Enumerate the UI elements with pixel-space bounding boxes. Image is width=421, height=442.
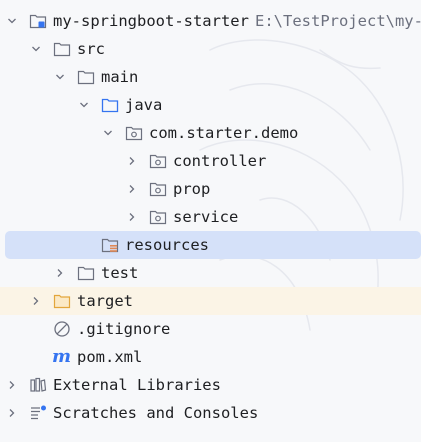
package-icon bbox=[149, 182, 167, 197]
chevron-right-icon[interactable] bbox=[7, 408, 17, 418]
chevron-right-icon[interactable] bbox=[7, 380, 17, 390]
tree-label-project-root: my-springboot-starter bbox=[53, 12, 249, 30]
chevron-right-icon[interactable] bbox=[127, 212, 137, 222]
source-folder-icon bbox=[101, 98, 119, 113]
excluded-folder-icon bbox=[53, 294, 71, 309]
chevron-down-icon[interactable] bbox=[7, 16, 17, 26]
tree-row-gitignore[interactable]: .gitignore bbox=[0, 315, 421, 343]
tree-label-external-libraries: External Libraries bbox=[53, 376, 221, 394]
tree-row-test[interactable]: test bbox=[0, 259, 421, 287]
chevron-right-icon[interactable] bbox=[127, 156, 137, 166]
tree-row-pom[interactable]: m pom.xml bbox=[0, 343, 421, 371]
package-icon bbox=[149, 210, 167, 225]
chevron-right-icon[interactable] bbox=[31, 296, 41, 306]
tree-label-controller: controller bbox=[173, 152, 267, 170]
chevron-right-icon[interactable] bbox=[127, 184, 137, 194]
tree-row-target[interactable]: target bbox=[0, 287, 421, 315]
tree-row-resources[interactable]: resources bbox=[5, 231, 421, 259]
chevron-down-icon[interactable] bbox=[31, 44, 41, 54]
folder-icon bbox=[53, 42, 71, 57]
tree-label-resources: resources bbox=[125, 236, 209, 254]
scratches-icon bbox=[31, 405, 46, 420]
tree-label-prop: prop bbox=[173, 180, 211, 198]
tree-row-external-libraries[interactable]: External Libraries bbox=[0, 371, 421, 399]
ignore-file-icon bbox=[54, 321, 70, 337]
package-icon bbox=[125, 126, 143, 141]
tree-label-test: test bbox=[101, 264, 139, 282]
tree-label-target: target bbox=[77, 292, 133, 310]
tree-label-pom: pom.xml bbox=[77, 348, 143, 366]
tree-row-project-root[interactable]: my-springboot-starter E:\TestProject\my-… bbox=[0, 7, 421, 35]
tree-row-scratches[interactable]: Scratches and Consoles bbox=[0, 399, 421, 427]
project-path: E:\TestProject\my-s bbox=[255, 12, 421, 30]
tree-row-prop[interactable]: prop bbox=[0, 175, 421, 203]
tree-label-package-root: com.starter.demo bbox=[149, 124, 299, 142]
project-tree-panel: my-springboot-starter E:\TestProject\my-… bbox=[0, 0, 421, 442]
tree-row-package-root[interactable]: com.starter.demo bbox=[0, 119, 421, 147]
tree-row-service[interactable]: service bbox=[0, 203, 421, 231]
tree-label-scratches: Scratches and Consoles bbox=[53, 404, 259, 422]
folder-icon bbox=[77, 266, 95, 281]
tree-label-gitignore: .gitignore bbox=[77, 320, 171, 338]
tree-label-main: main bbox=[101, 68, 139, 86]
package-icon bbox=[149, 154, 167, 169]
module-folder-icon bbox=[29, 14, 47, 29]
resources-folder-icon bbox=[101, 238, 119, 253]
tree-row-controller[interactable]: controller bbox=[0, 147, 421, 175]
chevron-down-icon[interactable] bbox=[79, 100, 89, 110]
library-icon bbox=[30, 377, 47, 392]
tree-row-src[interactable]: src bbox=[0, 35, 421, 63]
tree-label-java: java bbox=[125, 96, 163, 114]
tree-label-service: service bbox=[173, 208, 239, 226]
chevron-down-icon[interactable] bbox=[103, 128, 113, 138]
tree-label-src: src bbox=[77, 40, 105, 58]
folder-icon bbox=[77, 70, 95, 85]
chevron-right-icon[interactable] bbox=[55, 268, 65, 278]
maven-icon: m bbox=[52, 346, 72, 367]
tree-row-java[interactable]: java bbox=[0, 91, 421, 119]
chevron-down-icon[interactable] bbox=[55, 72, 65, 82]
tree-row-main[interactable]: main bbox=[0, 63, 421, 91]
